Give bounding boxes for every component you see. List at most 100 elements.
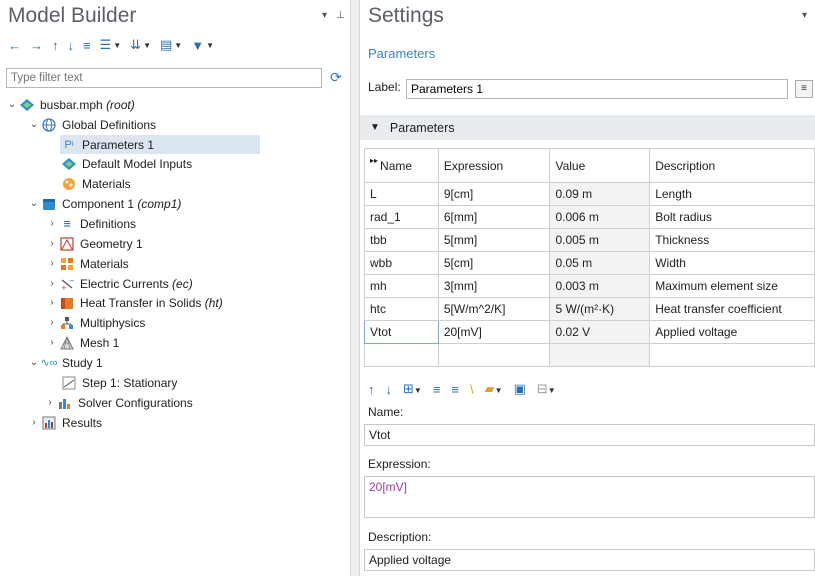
cell-expression[interactable]: 3[mm] [437, 274, 551, 298]
label-reset-icon[interactable]: ≡ [795, 80, 813, 98]
cell-expression[interactable] [437, 343, 551, 367]
tree-item-heat-transfer[interactable]: › Heat Transfer in Solids (ht) [46, 293, 222, 312]
expand-sections-icon[interactable]: ☰ ▼ [100, 37, 122, 53]
name-field[interactable]: Vtot [364, 424, 815, 446]
save-to-file-icon[interactable]: ▣ [514, 381, 526, 397]
column-header-name[interactable]: ▸▸ Name [364, 148, 439, 183]
filter-icon[interactable]: ▼ ▼ [191, 38, 214, 53]
label-field[interactable] [406, 79, 788, 99]
table-row[interactable]: wbb 5[cm] 0.05 m Width [364, 251, 815, 275]
refresh-icon[interactable]: ⟳ [330, 69, 342, 86]
chevron-down-icon[interactable]: ⌄ [6, 99, 18, 110]
tree-item-global-materials[interactable]: Materials [60, 174, 131, 193]
cell-name[interactable]: htc [364, 297, 439, 321]
table-row[interactable]: L 9[cm] 0.09 m Length [364, 182, 815, 206]
tree-item-geometry-1[interactable]: › Geometry 1 [46, 234, 142, 253]
collapse-tree-icon[interactable]: ⇊ ▼ [130, 37, 151, 53]
chevron-right-icon[interactable]: › [44, 397, 56, 408]
filter-input[interactable] [6, 68, 322, 88]
table-row[interactable]: mh 3[mm] 0.003 m Maximum element size [364, 274, 815, 298]
tree-item-default-model-inputs[interactable]: Default Model Inputs [60, 154, 192, 173]
cell-name[interactable]: wbb [364, 251, 439, 275]
pane-splitter[interactable] [350, 0, 360, 576]
clear-table-icon[interactable]: \ [470, 382, 474, 397]
table-options-icon[interactable]: ⊟▼ [537, 381, 556, 397]
tree-item-root[interactable]: ⌄ busbar.mph (root) [6, 95, 135, 114]
parameters-table: ▸▸ Name Expression Value Description L 9[… [364, 148, 815, 367]
chevron-right-icon[interactable]: › [28, 417, 40, 428]
tree-item-global-definitions[interactable]: ⌄ Global Definitions [28, 115, 156, 134]
cell-name[interactable]: tbb [364, 228, 439, 252]
chevron-right-icon[interactable]: › [46, 218, 58, 229]
chevron-right-icon[interactable]: › [46, 258, 58, 269]
description-field[interactable]: Applied voltage [364, 549, 815, 571]
column-header-expression[interactable]: Expression [437, 148, 551, 183]
cell-name[interactable]: L [364, 182, 439, 206]
tree-item-definitions[interactable]: › ≡ Definitions [46, 214, 136, 233]
move-down-icon[interactable]: ↓ [386, 382, 393, 397]
tree-item-materials[interactable]: › Materials [46, 254, 128, 273]
chevron-down-icon[interactable]: ⌄ [28, 119, 40, 130]
collapse-arrow-icon[interactable]: ▼ [370, 122, 380, 133]
pin-icon[interactable]: ⊥ [336, 10, 345, 21]
chevron-right-icon[interactable]: › [46, 278, 58, 289]
cell-description[interactable] [649, 343, 815, 367]
chevron-right-icon[interactable]: › [46, 337, 58, 348]
move-up-icon[interactable]: ↑ [368, 382, 375, 397]
cell-expression[interactable]: 5[mm] [437, 228, 551, 252]
tree-item-mesh-1[interactable]: › Mesh 1 [46, 333, 119, 352]
parameters-section-header[interactable]: ▼ Parameters [360, 115, 815, 140]
delete-row-icon[interactable]: ≡ [451, 382, 459, 397]
chevron-right-icon[interactable]: › [46, 238, 58, 249]
show-more-options-icon[interactable]: ≡ [83, 38, 91, 53]
cell-value: 0.09 m [549, 182, 651, 206]
move-down-icon[interactable]: ↓ [68, 38, 75, 53]
cell-description[interactable]: Thickness [649, 228, 815, 252]
tree-item-component-1[interactable]: ⌄ Component 1 (comp1) [28, 194, 182, 213]
cell-description[interactable]: Applied voltage [649, 320, 815, 344]
tree-item-parameters-1[interactable]: Pi Parameters 1 [60, 135, 260, 154]
view-options-icon[interactable]: ▤ ▼ [160, 37, 182, 53]
cell-name[interactable]: mh [364, 274, 439, 298]
move-up-icon[interactable]: ↑ [52, 38, 59, 53]
table-row[interactable]: tbb 5[mm] 0.005 m Thickness [364, 228, 815, 252]
tree-item-multiphysics[interactable]: › Multiphysics [46, 313, 145, 332]
table-row-empty[interactable] [364, 343, 815, 367]
cell-name[interactable]: rad_1 [364, 205, 439, 229]
tree-item-results[interactable]: › Results [28, 413, 102, 432]
chevron-right-icon[interactable]: › [46, 297, 58, 308]
chevron-down-icon[interactable]: ⌄ [28, 198, 40, 209]
column-header-value[interactable]: Value [549, 148, 651, 183]
insert-row-icon[interactable]: ≡ [433, 382, 441, 397]
chevron-right-icon[interactable]: › [46, 317, 58, 328]
expression-field[interactable]: 20[mV] [364, 476, 815, 518]
settings-subtitle: Parameters [368, 46, 436, 61]
cell-description[interactable]: Maximum element size [649, 274, 815, 298]
chevron-down-icon[interactable]: ⌄ [28, 357, 40, 368]
table-row[interactable]: htc 5[W/m^2/K] 5 W/(m²·K) Heat transfer … [364, 297, 815, 321]
cell-expression[interactable]: 9[cm] [437, 182, 551, 206]
cell-description[interactable]: Length [649, 182, 815, 206]
cell-description[interactable]: Width [649, 251, 815, 275]
tree-item-solver-configurations[interactable]: › Solver Configurations [48, 393, 192, 412]
cell-expression[interactable]: 6[mm] [437, 205, 551, 229]
settings-menu-icon[interactable]: ▾ [802, 10, 807, 21]
tree-item-step-1[interactable]: Step 1: Stationary [60, 373, 177, 392]
cell-description[interactable]: Bolt radius [649, 205, 815, 229]
tree-item-study-1[interactable]: ⌄ ∿∞ Study 1 [28, 353, 103, 372]
back-arrow-icon[interactable]: ← [8, 38, 21, 53]
cell-expression[interactable]: 5[W/m^2/K] [437, 297, 551, 321]
forward-arrow-icon[interactable]: → [30, 38, 43, 53]
column-header-description[interactable]: Description [649, 148, 815, 183]
cell-expression[interactable]: 5[cm] [437, 251, 551, 275]
tree-item-electric-currents[interactable]: › + − Electric Currents (ec) [46, 274, 192, 293]
cell-name[interactable] [364, 343, 439, 367]
add-row-icon[interactable]: ⊞▼ [403, 381, 422, 397]
table-row-selected[interactable]: Vtot 20[mV] 0.02 V Applied voltage [364, 320, 815, 344]
cell-name[interactable]: Vtot [364, 320, 439, 344]
pane-menu-icon[interactable]: ▾ [322, 10, 327, 21]
cell-description[interactable]: Heat transfer coefficient [649, 297, 815, 321]
load-from-file-icon[interactable]: ▰▼ [485, 381, 503, 397]
cell-expression[interactable]: 20[mV] [437, 320, 551, 344]
table-row[interactable]: rad_1 6[mm] 0.006 m Bolt radius [364, 205, 815, 229]
